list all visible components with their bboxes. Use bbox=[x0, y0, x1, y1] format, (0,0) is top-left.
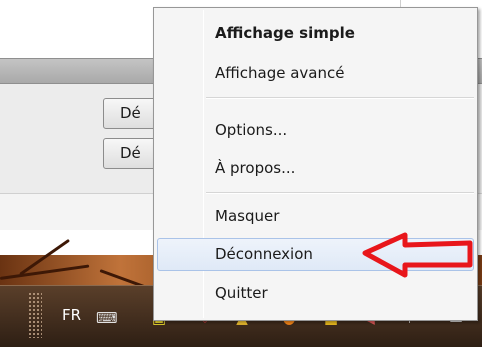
menu-item-affichage-avance[interactable]: Affichage avancé bbox=[157, 57, 474, 90]
menu-separator bbox=[206, 192, 474, 194]
language-indicator[interactable]: FR bbox=[62, 306, 81, 324]
wallpaper-twig bbox=[0, 264, 90, 280]
annotation-arrow-shape bbox=[362, 232, 473, 278]
taskbar-grip[interactable] bbox=[28, 292, 42, 338]
menu-item-options[interactable]: Options... bbox=[157, 114, 474, 147]
menu-item-a-propos[interactable]: À propos... bbox=[157, 152, 474, 185]
annotation-arrow bbox=[362, 232, 473, 278]
keyboard-icon[interactable]: ⌨ bbox=[96, 309, 118, 327]
menu-item-masquer[interactable]: Masquer bbox=[157, 200, 474, 233]
menu-item-affichage-simple[interactable]: Affichage simple bbox=[157, 17, 474, 50]
menu-separator bbox=[206, 97, 474, 99]
menu-item-quitter[interactable]: Quitter bbox=[157, 277, 474, 310]
